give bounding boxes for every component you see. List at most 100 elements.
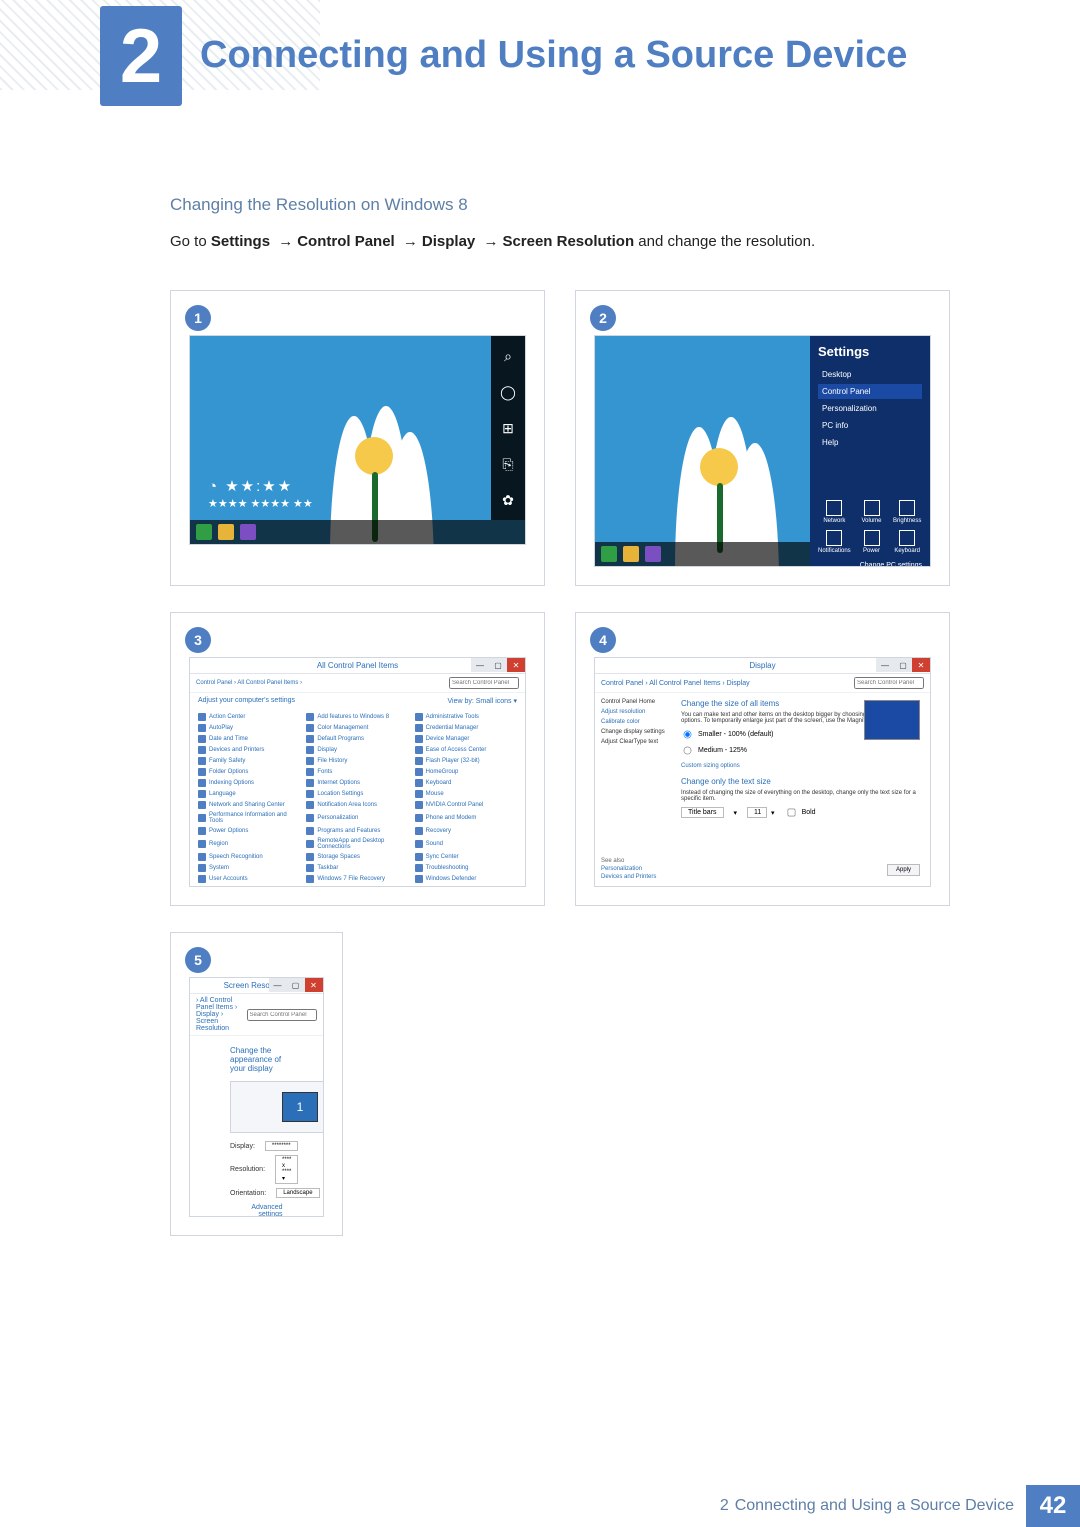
radio-smaller[interactable] xyxy=(684,731,692,739)
control-panel-item[interactable]: Troubleshooting xyxy=(415,864,517,872)
minimize-button[interactable]: — xyxy=(471,658,489,672)
maximize-button[interactable]: ▢ xyxy=(287,978,305,992)
control-panel-item[interactable]: Devices and Printers xyxy=(198,746,300,754)
item-combo[interactable]: Title bars xyxy=(681,807,724,818)
control-panel-item[interactable]: Indexing Options xyxy=(198,779,300,787)
breadcrumb[interactable]: Control Panel › All Control Panel Items … xyxy=(601,680,750,687)
see-also-personalization[interactable]: Personalization xyxy=(601,866,656,872)
control-panel-item[interactable]: Display xyxy=(306,746,408,754)
settings-item-pc-info[interactable]: PC info xyxy=(818,418,922,433)
store-icon[interactable] xyxy=(240,524,256,540)
explorer-icon[interactable] xyxy=(218,524,234,540)
view-by-label[interactable]: View by: Small icons ▾ xyxy=(447,697,517,705)
power-icon[interactable]: Power xyxy=(857,530,887,554)
control-panel-item[interactable]: AutoPlay xyxy=(198,724,300,732)
devices-icon[interactable]: ⎘ xyxy=(499,455,517,473)
size-combo[interactable]: 11 xyxy=(747,807,767,818)
maximize-button[interactable]: ▢ xyxy=(489,658,507,672)
control-panel-item[interactable]: Windows Defender xyxy=(415,875,517,883)
search-input[interactable] xyxy=(247,1009,317,1021)
control-panel-item[interactable]: Fonts xyxy=(306,768,408,776)
settings-item-help[interactable]: Help xyxy=(818,435,922,450)
sidebar-calibrate-color[interactable]: Calibrate color xyxy=(601,719,667,725)
control-panel-item[interactable]: Sync Center xyxy=(415,853,517,861)
control-panel-item[interactable]: Notification Area Icons xyxy=(306,801,408,809)
control-panel-item[interactable]: Add features to Windows 8 xyxy=(306,713,408,721)
control-panel-item[interactable]: File History xyxy=(306,757,408,765)
settings-item-personalization[interactable]: Personalization xyxy=(818,401,922,416)
control-panel-item[interactable]: Taskbar xyxy=(306,864,408,872)
control-panel-item[interactable]: Windows 7 File Recovery xyxy=(306,875,408,883)
breadcrumb[interactable]: › All Control Panel Items › Display › Sc… xyxy=(196,997,247,1032)
change-pc-settings-link[interactable]: Change PC settings xyxy=(818,562,922,567)
taskbar[interactable] xyxy=(595,542,810,566)
control-panel-item[interactable]: Device Manager xyxy=(415,735,517,743)
control-panel-item[interactable]: NVIDIA Control Panel xyxy=(415,801,517,809)
control-panel-item[interactable]: Sound xyxy=(415,838,517,850)
advanced-settings-link[interactable]: Advanced settings xyxy=(230,1204,283,1217)
close-button[interactable]: ✕ xyxy=(305,978,323,992)
settings-icon[interactable]: ✿ xyxy=(499,491,517,509)
control-panel-item[interactable]: Network and Sharing Center xyxy=(198,801,300,809)
bold-check[interactable] xyxy=(787,809,795,817)
settings-item-desktop[interactable]: Desktop xyxy=(818,367,922,382)
control-panel-item[interactable]: Action Center xyxy=(198,713,300,721)
ie-icon[interactable] xyxy=(601,546,617,562)
minimize-button[interactable]: — xyxy=(269,978,287,992)
control-panel-item[interactable]: Flash Player (32-bit) xyxy=(415,757,517,765)
control-panel-item[interactable]: Windows Firewall xyxy=(198,886,300,887)
control-panel-item[interactable]: Location Settings xyxy=(306,790,408,798)
search-icon[interactable]: ⌕ xyxy=(499,347,517,365)
resolution-combo[interactable]: **** x **** ▾ xyxy=(275,1155,298,1184)
close-button[interactable]: ✕ xyxy=(507,658,525,672)
custom-sizing-link[interactable]: Custom sizing options xyxy=(681,763,922,769)
control-panel-item[interactable]: Recovery xyxy=(415,827,517,835)
control-panel-item[interactable]: Power Options xyxy=(198,827,300,835)
explorer-icon[interactable] xyxy=(623,546,639,562)
control-panel-item[interactable]: Date and Time xyxy=(198,735,300,743)
control-panel-item[interactable]: Ease of Access Center xyxy=(415,746,517,754)
sidebar-cleartype[interactable]: Adjust ClearType text xyxy=(601,739,667,745)
control-panel-item[interactable]: Storage Spaces xyxy=(306,853,408,861)
control-panel-item[interactable]: Personalization xyxy=(306,812,408,824)
control-panel-item[interactable]: HomeGroup xyxy=(415,768,517,776)
control-panel-item[interactable]: Speech Recognition xyxy=(198,853,300,861)
control-panel-item[interactable]: Windows Update xyxy=(306,886,408,887)
see-also-devices[interactable]: Devices and Printers xyxy=(601,874,656,880)
volume-icon[interactable]: Volume xyxy=(857,500,887,524)
control-panel-item[interactable]: Phone and Modem xyxy=(415,812,517,824)
share-icon[interactable]: ◯ xyxy=(499,383,517,401)
brightness-icon[interactable]: Brightness xyxy=(892,500,922,524)
control-panel-item[interactable]: Mouse xyxy=(415,790,517,798)
control-panel-item[interactable]: Performance Information and Tools xyxy=(198,812,300,824)
control-panel-item[interactable]: Language xyxy=(198,790,300,798)
maximize-button[interactable]: ▢ xyxy=(894,658,912,672)
minimize-button[interactable]: — xyxy=(876,658,894,672)
apply-button[interactable]: Apply xyxy=(887,864,920,876)
settings-item-control-panel[interactable]: Control Panel xyxy=(818,384,922,399)
control-panel-item[interactable]: Keyboard xyxy=(415,779,517,787)
close-button[interactable]: ✕ xyxy=(912,658,930,672)
start-icon[interactable]: ⊞ xyxy=(499,419,517,437)
network-icon[interactable]: Network xyxy=(818,500,851,524)
control-panel-item[interactable]: User Accounts xyxy=(198,875,300,883)
orientation-combo[interactable]: Landscape xyxy=(276,1188,319,1198)
taskbar[interactable] xyxy=(190,520,525,544)
control-panel-item[interactable]: Folder Options xyxy=(198,768,300,776)
breadcrumb[interactable]: Control Panel › All Control Panel Items … xyxy=(196,680,302,686)
control-panel-item[interactable]: Color Management xyxy=(306,724,408,732)
control-panel-item[interactable]: Administrative Tools xyxy=(415,713,517,721)
charms-bar[interactable]: ⌕ ◯ ⊞ ⎘ ✿ xyxy=(491,336,525,520)
control-panel-item[interactable]: System xyxy=(198,864,300,872)
control-panel-item[interactable]: Region xyxy=(198,838,300,850)
radio-medium[interactable] xyxy=(684,747,692,755)
search-input[interactable] xyxy=(449,677,519,689)
ie-icon[interactable] xyxy=(196,524,212,540)
control-panel-item[interactable]: Family Safety xyxy=(198,757,300,765)
sidebar-home[interactable]: Control Panel Home xyxy=(601,699,667,705)
control-panel-item[interactable]: Internet Options xyxy=(306,779,408,787)
sidebar-adjust-resolution[interactable]: Adjust resolution xyxy=(601,709,667,715)
sidebar-change-settings[interactable]: Change display settings xyxy=(601,729,667,735)
display-combo[interactable]: ******** xyxy=(265,1141,298,1151)
control-panel-item[interactable]: Credential Manager xyxy=(415,724,517,732)
